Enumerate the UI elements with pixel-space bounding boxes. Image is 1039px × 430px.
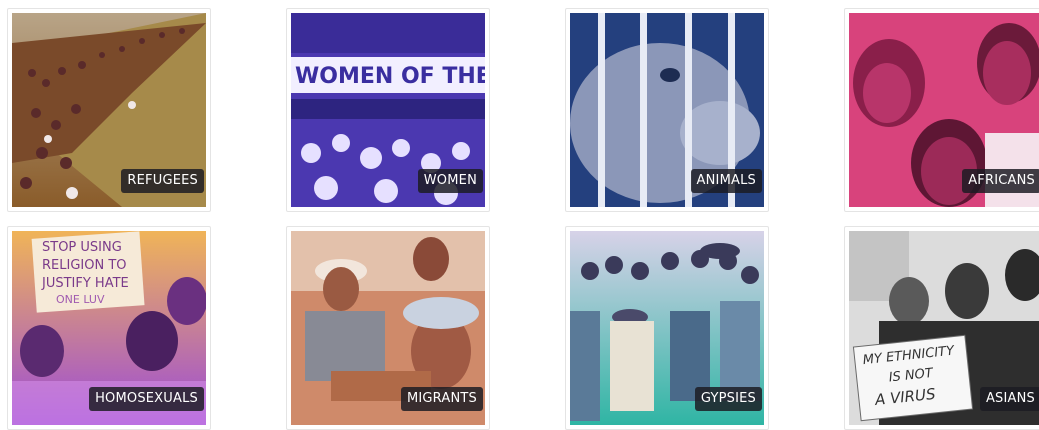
women-banner-text: WOMEN OF THE W: [295, 64, 485, 89]
category-label-animals: ANIMALS: [690, 169, 762, 193]
religion-sign-line-3: JUSTIFY HATE: [41, 276, 129, 291]
category-card-migrants[interactable]: MIGRANTS: [286, 226, 490, 430]
category-image-refugees: REFUGEES: [12, 13, 206, 207]
religion-sign-line-1: STOP USING: [42, 240, 122, 255]
category-label-homosexuals: HOMOSEXUALS: [89, 387, 204, 411]
category-label-women: WOMEN: [417, 169, 483, 193]
religion-sign-line-2: RELIGION TO: [42, 258, 127, 273]
category-label-refugees: REFUGEES: [121, 169, 204, 193]
category-image-animals: ANIMALS: [570, 13, 764, 207]
category-image-gypsies: GYPSIES: [570, 231, 764, 425]
category-image-migrants: MIGRANTS: [291, 231, 485, 425]
category-card-women[interactable]: WOMEN OF THE W WOMEN: [286, 8, 490, 212]
category-image-women: WOMEN OF THE W WOMEN: [291, 13, 485, 207]
category-card-refugees[interactable]: REFUGEES: [7, 8, 211, 212]
category-image-asians: MY ETHNICITY IS NOT A VIRUS ASIANS: [849, 231, 1039, 425]
category-label-gypsies: GYPSIES: [694, 387, 762, 411]
category-label-africans: AFRICANS: [962, 169, 1039, 193]
category-label-asians: ASIANS: [979, 387, 1039, 411]
category-card-gypsies[interactable]: GYPSIES: [565, 226, 769, 430]
category-label-migrants: MIGRANTS: [400, 387, 483, 411]
category-card-africans[interactable]: AFRICANS: [844, 8, 1039, 212]
religion-sign-line-4: ONE LUV: [56, 293, 105, 306]
category-image-homosexuals: STOP USING RELIGION TO JUSTIFY HATE ONE …: [12, 231, 206, 425]
category-card-homosexuals[interactable]: STOP USING RELIGION TO JUSTIFY HATE ONE …: [7, 226, 211, 430]
category-card-asians[interactable]: MY ETHNICITY IS NOT A VIRUS ASIANS: [844, 226, 1039, 430]
category-card-animals[interactable]: ANIMALS: [565, 8, 769, 212]
category-image-africans: AFRICANS: [849, 13, 1039, 207]
